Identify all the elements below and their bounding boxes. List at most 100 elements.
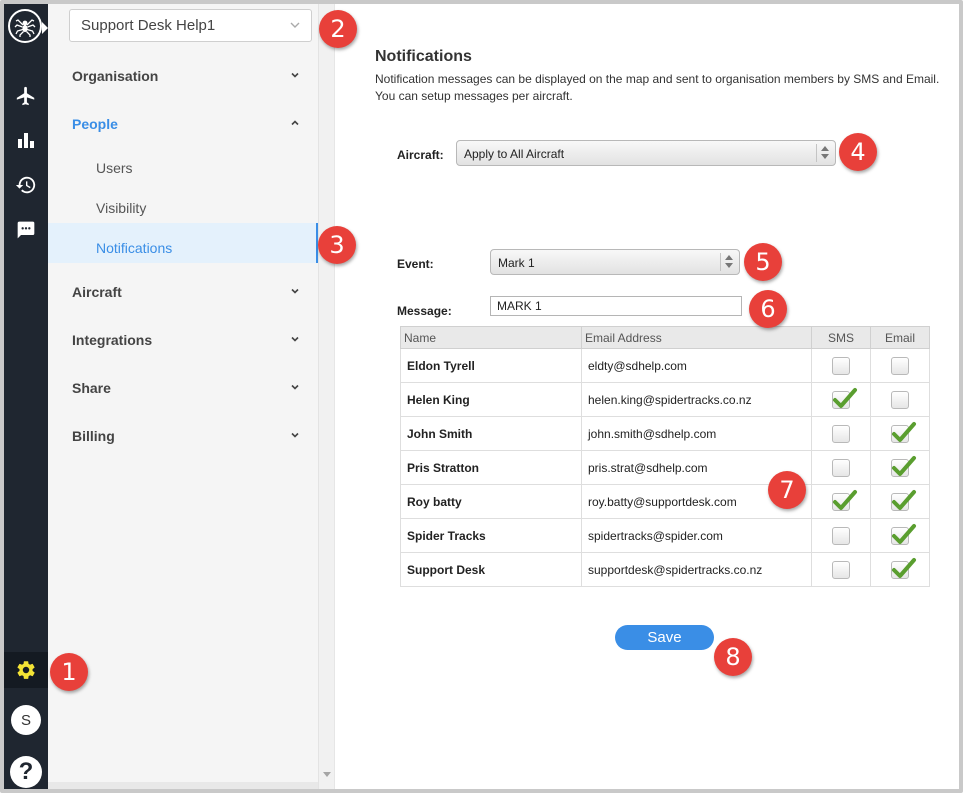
column-header-name: Name bbox=[400, 326, 582, 349]
settings-sidebar: Support Desk Help1 Organisation People U… bbox=[48, 4, 335, 789]
nav-section-share[interactable]: Share bbox=[72, 380, 312, 396]
message-input[interactable] bbox=[490, 296, 742, 316]
member-email: eldty@sdhelp.com bbox=[581, 348, 812, 383]
page-title: Notifications bbox=[375, 48, 472, 65]
save-button[interactable]: Save bbox=[615, 625, 714, 650]
nav-section-integrations[interactable]: Integrations bbox=[72, 332, 312, 348]
chevron-down-icon bbox=[291, 432, 299, 438]
email-checkbox[interactable] bbox=[891, 421, 916, 443]
email-checkbox-cell bbox=[870, 416, 930, 451]
spider-logo-icon[interactable] bbox=[8, 9, 48, 43]
callout-badge: 1 bbox=[50, 653, 88, 691]
sms-checkbox[interactable] bbox=[832, 560, 850, 579]
column-header-email-address: Email Address bbox=[581, 326, 812, 349]
member-name: John Smith bbox=[400, 416, 582, 451]
sms-checkbox[interactable] bbox=[832, 424, 850, 443]
nav-section-organisation[interactable]: Organisation bbox=[72, 68, 312, 84]
sidebar-scrollbar[interactable] bbox=[318, 4, 334, 789]
event-select[interactable]: Mark 1 bbox=[490, 249, 740, 275]
sms-checkbox[interactable] bbox=[832, 387, 857, 409]
email-checkbox[interactable] bbox=[891, 489, 916, 511]
email-checkbox[interactable] bbox=[891, 557, 916, 579]
sms-checkbox-cell bbox=[811, 416, 871, 451]
chevron-down-icon bbox=[290, 22, 300, 28]
sms-checkbox-cell bbox=[811, 518, 871, 553]
main-content: Notifications Notification messages can … bbox=[335, 4, 959, 789]
select-arrows-icon bbox=[816, 144, 832, 162]
nav-section-people[interactable]: People bbox=[72, 116, 312, 132]
table-row: Spider Tracks spidertracks@spider.com bbox=[400, 518, 930, 553]
nav-section-billing[interactable]: Billing bbox=[72, 428, 312, 444]
sms-checkbox[interactable] bbox=[832, 458, 850, 477]
scroll-down-arrow-icon[interactable] bbox=[323, 772, 331, 777]
column-header-sms: SMS bbox=[811, 326, 871, 349]
event-label: Event: bbox=[397, 257, 434, 271]
airplane-icon[interactable] bbox=[12, 82, 40, 110]
bar-chart-icon[interactable] bbox=[12, 126, 40, 154]
member-name: Pris Stratton bbox=[400, 450, 582, 485]
event-select-value: Mark 1 bbox=[498, 256, 535, 270]
member-name: Eldon Tyrell bbox=[400, 348, 582, 383]
table-row: Support Desk supportdesk@spidertracks.co.… bbox=[400, 552, 930, 587]
sms-checkbox-cell bbox=[811, 450, 871, 485]
nav-item-visibility[interactable]: Visibility bbox=[96, 200, 146, 216]
help-button[interactable]: ? bbox=[10, 756, 42, 788]
icon-rail: S ? bbox=[4, 4, 48, 789]
nav-item-active-highlight bbox=[48, 223, 318, 263]
avatar[interactable]: S bbox=[11, 705, 41, 735]
horizontal-scrollbar[interactable] bbox=[48, 782, 318, 789]
chevron-up-icon bbox=[291, 120, 299, 126]
nav-item-users[interactable]: Users bbox=[96, 160, 133, 176]
sms-checkbox-cell bbox=[811, 348, 871, 383]
chat-icon[interactable] bbox=[12, 216, 40, 244]
table-header-row: Name Email Address SMS Email bbox=[400, 326, 930, 349]
nav-section-label: Share bbox=[72, 380, 111, 396]
sms-checkbox-cell bbox=[811, 484, 871, 519]
callout-badge: 8 bbox=[714, 638, 752, 676]
email-checkbox-cell bbox=[870, 450, 930, 485]
sms-checkbox-cell bbox=[811, 382, 871, 417]
history-icon[interactable] bbox=[12, 171, 40, 199]
nav-section-label: Integrations bbox=[72, 332, 153, 348]
member-name: Helen King bbox=[400, 382, 582, 417]
callout-badge: 7 bbox=[768, 471, 806, 509]
sms-checkbox-cell bbox=[811, 552, 871, 587]
email-checkbox-cell bbox=[870, 382, 930, 417]
table-row: Roy batty roy.batty@supportdesk.com bbox=[400, 484, 930, 519]
member-email: spidertracks@spider.com bbox=[581, 518, 812, 553]
email-checkbox[interactable] bbox=[891, 390, 909, 409]
page-description: Notification messages can be displayed o… bbox=[375, 72, 940, 103]
email-checkbox-cell bbox=[870, 518, 930, 553]
chevron-down-icon bbox=[291, 384, 299, 390]
email-checkbox-cell bbox=[870, 552, 930, 587]
member-email: supportdesk@spidertracks.co.nz bbox=[581, 552, 812, 587]
aircraft-label: Aircraft: bbox=[397, 148, 444, 162]
sms-checkbox[interactable] bbox=[832, 526, 850, 545]
callout-badge: 5 bbox=[744, 243, 782, 281]
chevron-down-icon bbox=[291, 72, 299, 78]
sms-checkbox[interactable] bbox=[832, 489, 857, 511]
aircraft-select[interactable]: Apply to All Aircraft bbox=[456, 140, 836, 166]
nav-section-aircraft[interactable]: Aircraft bbox=[72, 284, 312, 300]
member-email: john.smith@sdhelp.com bbox=[581, 416, 812, 451]
member-name: Roy batty bbox=[400, 484, 582, 519]
nav-section-label: Billing bbox=[72, 428, 115, 444]
sms-checkbox[interactable] bbox=[832, 356, 850, 375]
nav-item-notifications[interactable]: Notifications bbox=[96, 240, 172, 256]
settings-gear-button[interactable] bbox=[4, 652, 48, 688]
callout-badge: 2 bbox=[319, 10, 357, 48]
nav-section-label: People bbox=[72, 116, 118, 132]
callout-badge: 4 bbox=[839, 133, 877, 171]
message-label: Message: bbox=[397, 304, 452, 318]
email-checkbox[interactable] bbox=[891, 523, 916, 545]
table-row: Eldon Tyrell eldty@sdhelp.com bbox=[400, 348, 930, 383]
nav-section-label: Organisation bbox=[72, 68, 159, 84]
organisation-selector[interactable]: Support Desk Help1 bbox=[69, 9, 312, 42]
email-checkbox[interactable] bbox=[891, 455, 916, 477]
column-header-email: Email bbox=[870, 326, 930, 349]
select-arrows-icon bbox=[720, 253, 736, 271]
gear-icon bbox=[17, 661, 35, 679]
email-checkbox[interactable] bbox=[891, 356, 909, 375]
callout-badge: 6 bbox=[749, 290, 787, 328]
table-row: Helen King helen.king@spidertracks.co.nz bbox=[400, 382, 930, 417]
